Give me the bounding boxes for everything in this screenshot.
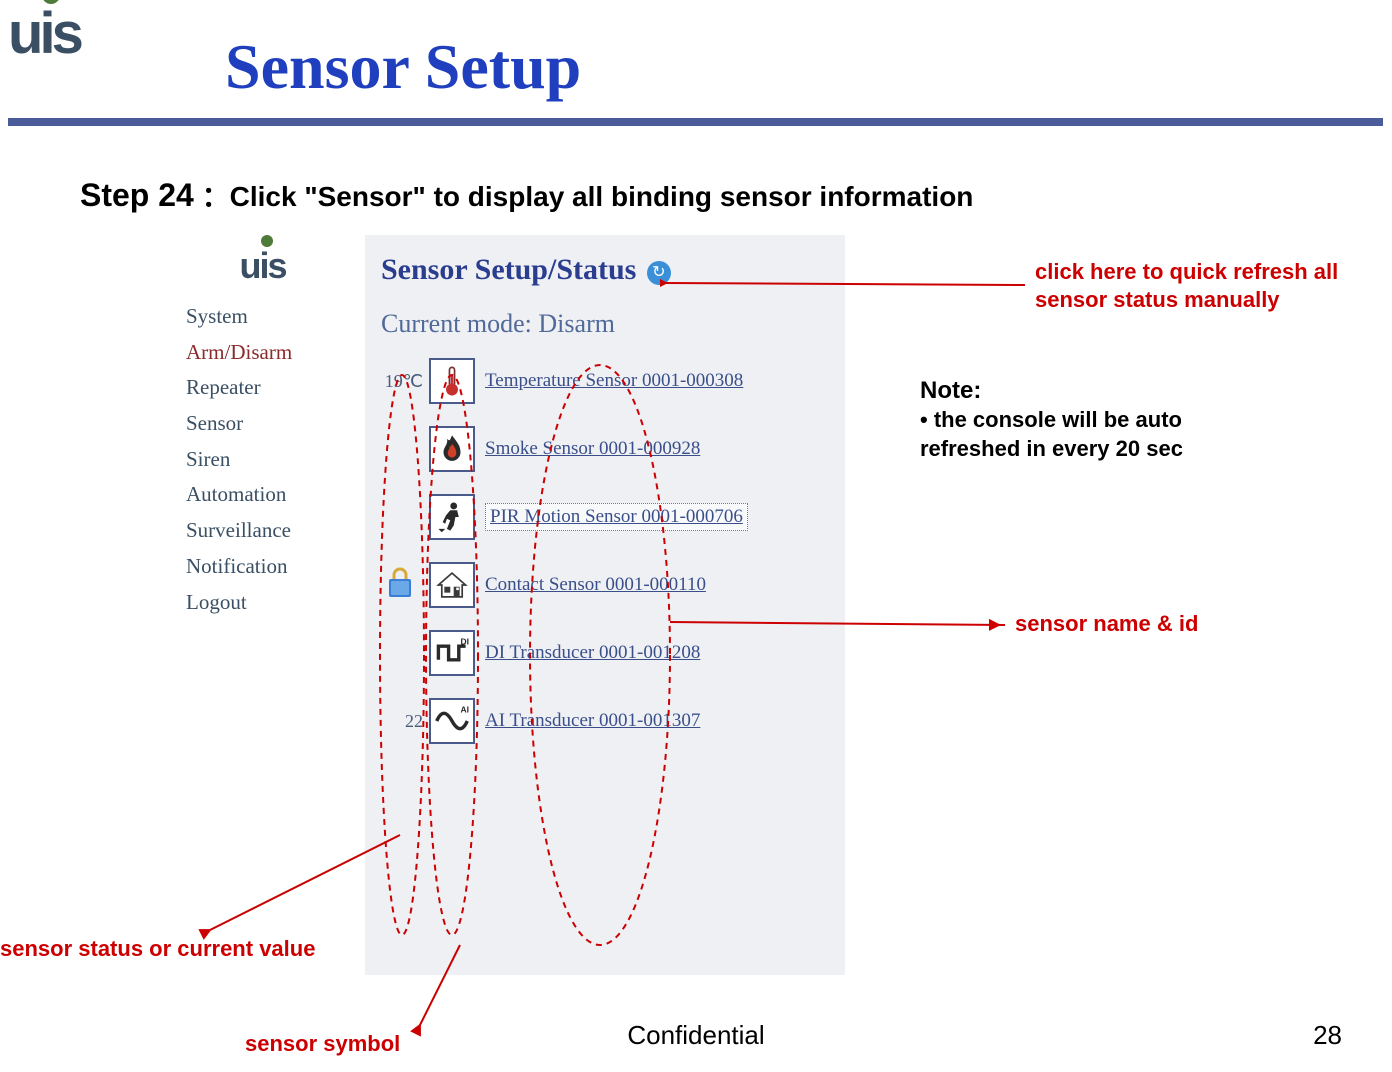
ss-heading: Sensor Setup/Status	[381, 253, 636, 286]
nav-item-logout[interactable]: Logout	[186, 585, 355, 621]
thermometer-icon	[429, 358, 475, 404]
ss-logo: uis	[170, 235, 355, 299]
sensor-value: 19℃	[381, 371, 429, 392]
callout-status-value: sensor status or current value	[0, 935, 315, 963]
sensor-row: 22 AI AI Transducer 0001-001307	[381, 691, 829, 751]
square-wave-icon: DI	[429, 630, 475, 676]
title-underline	[8, 118, 1383, 126]
nav-item-repeater[interactable]: Repeater	[186, 370, 355, 406]
sensor-link[interactable]: PIR Motion Sensor 0001-000706	[485, 503, 748, 531]
nav-item-surveillance[interactable]: Surveillance	[186, 513, 355, 549]
motion-icon	[429, 494, 475, 540]
sensor-link[interactable]: Smoke Sensor 0001-000928	[485, 438, 700, 460]
screenshot-panel: uis SystemArm/DisarmRepeaterSensorSirenA…	[170, 235, 850, 975]
note-block: Note: • the console will be auto refresh…	[920, 375, 1340, 463]
screenshot-sidebar: uis SystemArm/DisarmRepeaterSensorSirenA…	[170, 235, 355, 620]
nav-item-automation[interactable]: Automation	[186, 477, 355, 513]
sensor-row: Smoke Sensor 0001-000928	[381, 419, 829, 479]
sensor-value	[381, 565, 429, 606]
current-mode: Current mode: Disarm	[381, 309, 829, 339]
svg-text:DI: DI	[461, 637, 470, 647]
refresh-icon[interactable]: ↻	[647, 261, 671, 285]
footer-confidential: Confidential	[0, 1020, 1392, 1051]
nav-item-sensor[interactable]: Sensor	[186, 406, 355, 442]
sensor-link[interactable]: Contact Sensor 0001-000110	[485, 574, 706, 596]
sensor-list: 19℃ Temperature Sensor 0001-000308 Smoke S…	[381, 351, 829, 751]
screenshot-main: Sensor Setup/Status ↻ Current mode: Disa…	[365, 235, 845, 975]
nav-item-siren[interactable]: Siren	[186, 442, 355, 478]
step-instruction: Step 24 ：Click "Sensor" to display all b…	[80, 175, 973, 215]
sensor-row: DI DI Transducer 0001-001208	[381, 623, 829, 683]
house-icon	[429, 562, 475, 608]
svg-text:AI: AI	[461, 705, 470, 715]
sine-wave-icon: AI	[429, 698, 475, 744]
page-title: Sensor Setup	[225, 30, 581, 104]
sensor-row: Contact Sensor 0001-000110	[381, 555, 829, 615]
sensor-link[interactable]: DI Transducer 0001-001208	[485, 642, 700, 664]
nav-list: SystemArm/DisarmRepeaterSensorSirenAutom…	[170, 299, 355, 620]
sensor-value: 22	[381, 711, 429, 732]
page-number: 28	[1313, 1020, 1342, 1051]
lock-icon	[381, 565, 423, 606]
nav-item-system[interactable]: System	[186, 299, 355, 335]
callout-refresh: click here to quick refresh all sensor s…	[1035, 258, 1365, 313]
flame-icon	[429, 426, 475, 472]
uis-logo: uis	[8, 0, 80, 67]
nav-item-notification[interactable]: Notification	[186, 549, 355, 585]
sensor-row: PIR Motion Sensor 0001-000706	[381, 487, 829, 547]
callout-name-id: sensor name & id	[1015, 610, 1198, 638]
sensor-link[interactable]: AI Transducer 0001-001307	[485, 710, 700, 732]
sensor-row: 19℃ Temperature Sensor 0001-000308	[381, 351, 829, 411]
sensor-link[interactable]: Temperature Sensor 0001-000308	[485, 370, 743, 392]
nav-item-arm-disarm[interactable]: Arm/Disarm	[186, 335, 355, 371]
